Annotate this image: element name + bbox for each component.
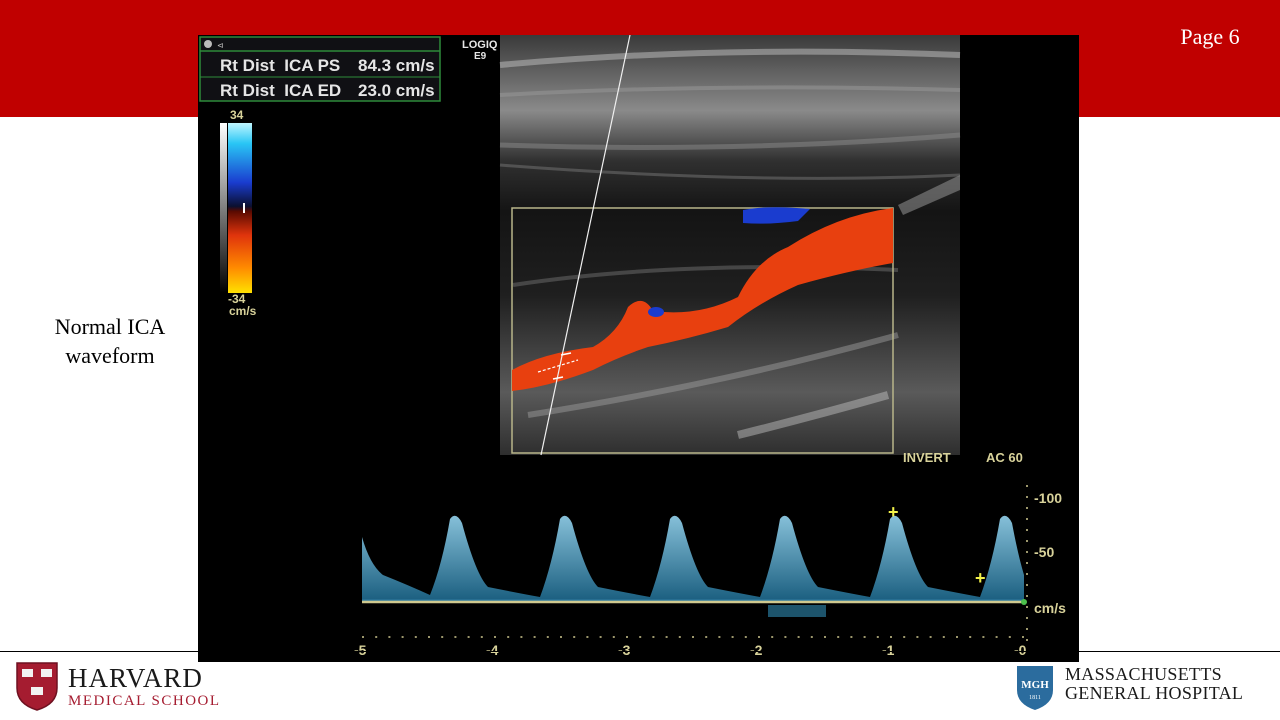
ps-caliper-icon[interactable]: +: [888, 502, 899, 522]
measurement-ps-value: 84.3 cm/s: [358, 56, 435, 75]
measurement-ed-label: Rt Dist ICA ED: [220, 81, 341, 100]
measurement-ps-label: Rt Dist ICA PS: [220, 56, 340, 75]
invert-indicator: INVERT: [903, 450, 951, 465]
time-tick-3: -3: [618, 642, 631, 658]
caption-line-2: waveform: [65, 343, 155, 368]
velocity-unit: cm/s: [1034, 600, 1066, 616]
mgh-logo: MGH 1811 MASSACHUSETTS GENERAL HOSPITAL: [1015, 664, 1275, 716]
harvard-name: HARVARD: [68, 663, 203, 693]
color-scale-unit: cm/s: [229, 304, 257, 318]
caption-line-1: Normal ICA: [54, 314, 166, 339]
mgh-badge: MGH: [1021, 679, 1049, 691]
sound-icon: ⊲: [217, 41, 224, 50]
harvard-subtitle: MEDICAL SCHOOL: [68, 693, 221, 709]
color-scale-max: 34: [230, 108, 244, 122]
scanner-model: LOGIQ: [462, 39, 498, 51]
ultrasound-image: ⊲ Rt Dist ICA PS 84.3 cm/s Rt Dist ICA E…: [198, 35, 1079, 662]
color-scale-bar: [228, 123, 252, 293]
ac-setting: AC 60: [986, 450, 1023, 465]
measurement-panel: ⊲ Rt Dist ICA PS 84.3 cm/s Rt Dist ICA E…: [199, 36, 441, 102]
time-tick-0: -0: [1014, 642, 1027, 658]
ultrasound-canvas: ⊲ Rt Dist ICA PS 84.3 cm/s Rt Dist ICA E…: [199, 35, 1066, 658]
harvard-shield-icon: [16, 662, 58, 711]
record-icon[interactable]: [204, 40, 212, 48]
velocity-scale: -100 -50 cm/s: [1026, 485, 1066, 645]
spectral-waveform: [362, 515, 1027, 617]
mgh-name-line2: GENERAL HOSPITAL: [1065, 683, 1244, 703]
scanner-version: E9: [474, 51, 487, 62]
time-tick-4: -4: [486, 642, 499, 658]
time-tick-5: -5: [354, 642, 367, 658]
velocity-tick-50: -50: [1034, 544, 1054, 560]
time-tick-2: -2: [750, 642, 763, 658]
slide-caption: Normal ICA waveform: [30, 312, 190, 370]
footer-divider: [0, 651, 1280, 652]
measurement-ed-value: 23.0 cm/s: [358, 81, 435, 100]
mgh-year: 1811: [1029, 695, 1041, 701]
page-number: Page 6: [1180, 24, 1240, 49]
time-scale: -5 -4 -3 -2 -1 -0: [354, 636, 1027, 658]
ed-caliper-icon[interactable]: +: [975, 568, 986, 588]
time-tick-1: -1: [882, 642, 895, 658]
velocity-tick-100: -100: [1034, 490, 1062, 506]
color-scale: 34 -34 cm/s: [220, 108, 257, 318]
mgh-name-line1: MASSACHUSETTS: [1065, 664, 1222, 684]
harvard-logo: HARVARD MEDICAL SCHOOL: [14, 660, 234, 716]
mgh-shield-icon: MGH 1811: [1017, 666, 1053, 710]
